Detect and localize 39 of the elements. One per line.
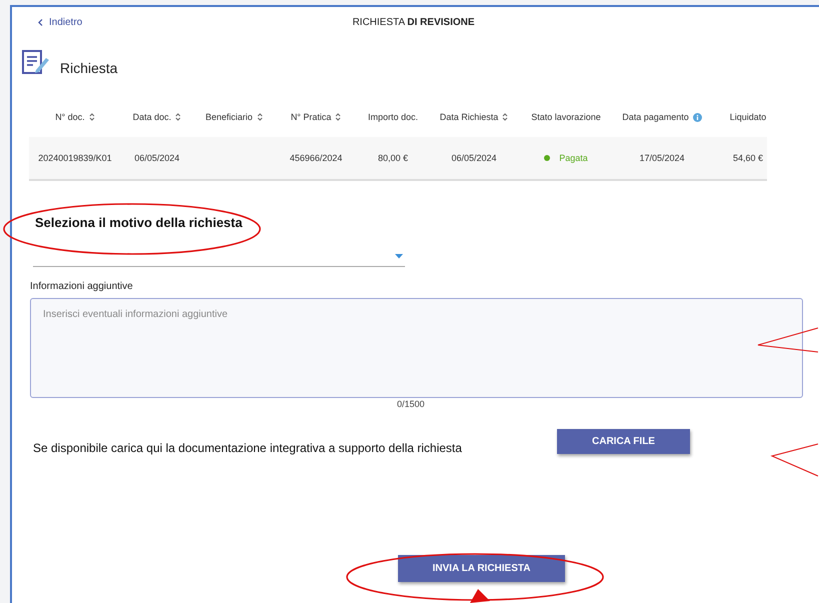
info-icon[interactable] [692, 112, 702, 122]
column-header: Importo doc. [368, 112, 418, 122]
table-cell-text: 06/05/2024 [450, 153, 498, 163]
column-header[interactable]: N° doc. [55, 112, 85, 122]
document-edit-icon [22, 50, 50, 76]
column-header: Stato lavorazione [531, 112, 601, 122]
column-header[interactable]: N° Pratica [290, 112, 332, 122]
upload-text: Se disponibile carica qui la documentazione integrativa a supporto della richiesta [33, 440, 463, 455]
caret-down-icon[interactable] [395, 254, 403, 259]
page-title: RICHIESTA DI REVISIONE [352, 17, 475, 28]
section-title: Richiesta [60, 60, 118, 76]
table-cell-text: 80,00 € [376, 153, 410, 163]
table-cell-text: 06/05/2024 [133, 153, 181, 163]
table-cell-text: 17/05/2024 [638, 153, 686, 163]
sort-icon[interactable] [88, 113, 95, 121]
sort-icon[interactable] [502, 113, 508, 121]
section-heading: Seleziona il motivo della richiesta [35, 215, 244, 230]
column-header[interactable]: Data doc. [132, 112, 172, 122]
upload-button[interactable]: CARICA FILE [557, 428, 690, 454]
annotation-lines [758, 328, 818, 352]
submit-button[interactable]: INVIA LA RICHIESTA [398, 555, 565, 582]
field-label: Informazioni aggiuntive [30, 281, 134, 292]
sort-icon[interactable] [175, 113, 182, 121]
status-label: Pagata [559, 153, 588, 163]
chevron-left-icon [38, 19, 43, 26]
column-header: Data pagamento [622, 112, 689, 122]
input-field[interactable]: Inserisci eventuali informazioni aggiuntive [30, 298, 803, 398]
column-header: Liquidato [730, 112, 766, 122]
annotation-lines [770, 444, 818, 476]
sort-icon[interactable] [256, 113, 263, 121]
column-header[interactable]: Data Richiesta [440, 112, 498, 122]
table-cell-text: 20240019839/K01 [37, 153, 113, 163]
table-cell-text: 456966/2024 [288, 153, 344, 163]
column-header[interactable]: Beneficiario [205, 112, 253, 122]
annotation-arrow-head [470, 589, 490, 603]
back-link[interactable]: Indietro [38, 17, 82, 28]
sort-icon[interactable] [335, 113, 342, 121]
table-cell-text: 54,60 € [732, 153, 764, 163]
character-counter: 0/1500 [397, 399, 425, 409]
